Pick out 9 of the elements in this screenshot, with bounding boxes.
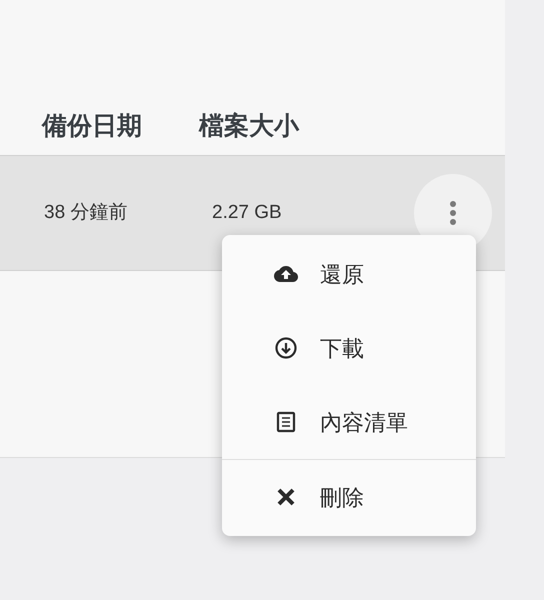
menu-item[interactable]: 內容清單	[222, 385, 476, 459]
column-header: 備份日期	[42, 112, 142, 140]
table-cell: 2.27 GB	[212, 202, 282, 223]
download-icon	[274, 336, 298, 360]
menu-item[interactable]: 下載	[222, 311, 476, 385]
list-icon	[274, 410, 298, 434]
column-header: 檔案大小	[199, 112, 299, 140]
menu-item[interactable]: 刪除	[222, 460, 476, 534]
table-cell: 38 分鐘前	[44, 202, 128, 223]
